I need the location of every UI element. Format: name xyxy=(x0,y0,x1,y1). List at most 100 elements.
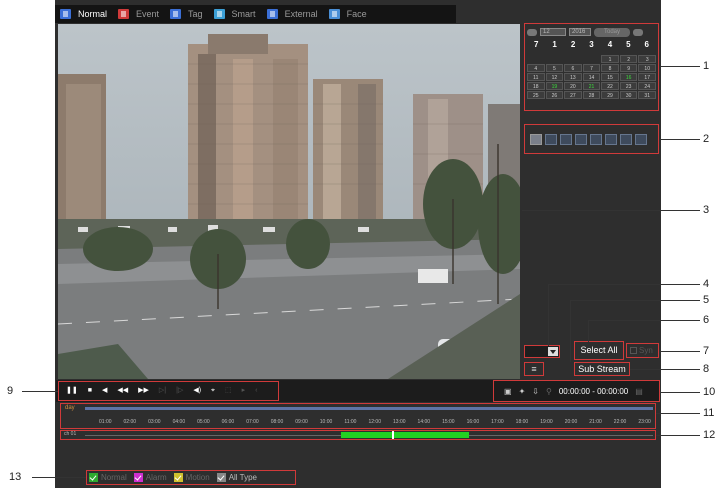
next-month-button[interactable] xyxy=(633,28,643,36)
calendar-day[interactable]: 5 xyxy=(545,64,564,72)
tab-tag[interactable]: Tag xyxy=(165,5,209,23)
calendar-day[interactable]: 4 xyxy=(527,64,545,72)
calendar-day[interactable]: 26 xyxy=(545,91,564,99)
playhead-cursor[interactable] xyxy=(391,431,394,439)
zoom-icon[interactable]: ⚲ xyxy=(546,387,552,396)
volume-icon[interactable]: ◀) xyxy=(193,387,201,395)
calendar-day[interactable]: 24 xyxy=(638,82,656,90)
day-range-bar[interactable] xyxy=(85,407,653,410)
calendar-day[interactable]: 14 xyxy=(582,73,601,81)
rewind-icon[interactable]: ◀◀ xyxy=(117,387,128,395)
calendar-day[interactable]: 29 xyxy=(601,91,619,99)
hour-tick-label: 15:00 xyxy=(442,419,455,425)
legend-normal[interactable]: Normal xyxy=(89,473,127,482)
calendar-day[interactable]: 1 xyxy=(601,55,619,63)
channel-checkbox-7[interactable] xyxy=(620,133,632,145)
day-timeline[interactable]: day 01:00 02:00 03:00 04:00 05:00 06:00 07:00 0… xyxy=(60,403,656,429)
calendar-day[interactable]: 30 xyxy=(619,91,638,99)
stream-type-select[interactable] xyxy=(524,345,560,358)
callout-number: 12 xyxy=(703,429,716,441)
calendar-day[interactable]: 13 xyxy=(564,73,582,81)
clip-cut-icon[interactable]: ✦ xyxy=(519,387,526,396)
calendar-day[interactable]: 21 xyxy=(582,82,601,90)
legend-motion[interactable]: Motion xyxy=(173,473,210,482)
video-playback-window[interactable] xyxy=(58,24,520,379)
calendar-day[interactable]: 8 xyxy=(601,64,619,72)
calendar-day[interactable]: 7 xyxy=(582,64,601,72)
hour-tick-label: 08:00 xyxy=(270,419,284,425)
callout-line-5 xyxy=(570,300,700,301)
hour-tick-label: 16:00 xyxy=(466,419,480,425)
channel-checkbox-1[interactable] xyxy=(530,133,542,145)
marker-icon[interactable]: ‹ xyxy=(255,387,257,395)
stop-icon[interactable]: ■ xyxy=(88,387,92,395)
legend-alarm[interactable]: Alarm xyxy=(133,473,167,482)
hour-tick-label: 21:00 xyxy=(589,419,602,425)
calendar-day[interactable]: 12 xyxy=(545,73,564,81)
pause-icon[interactable]: ❚❚ xyxy=(66,387,78,395)
fast-forward-icon[interactable]: ▶▶ xyxy=(138,387,149,395)
sub-stream-button[interactable]: Sub Stream xyxy=(574,362,630,376)
hour-tick-label: 06:00 xyxy=(221,419,235,425)
legend-label: All Type xyxy=(228,473,257,482)
legend-all-type[interactable]: All Type xyxy=(216,473,257,482)
channel-checkbox-8[interactable] xyxy=(635,133,647,145)
tab-event[interactable]: Event xyxy=(113,5,165,23)
frame-step-icon[interactable]: |▷ xyxy=(176,387,183,395)
select-all-button[interactable]: Select All xyxy=(574,341,624,360)
clip-save-icon[interactable]: ▤ xyxy=(635,387,643,396)
month-select[interactable]: 12 xyxy=(540,28,566,36)
calendar-day[interactable]: 27 xyxy=(564,91,582,99)
tab-label: Smart xyxy=(231,9,256,19)
calendar-day[interactable]: 9 xyxy=(619,64,638,72)
tab-smart[interactable]: Smart xyxy=(209,5,262,23)
slow-icon[interactable]: ▷| xyxy=(159,387,166,395)
channel-record-track[interactable]: ch 01 xyxy=(60,430,656,440)
crop-icon[interactable]: ⬚ xyxy=(225,387,232,395)
calendar-day[interactable]: 15 xyxy=(601,73,619,81)
smart-icon xyxy=(213,9,225,19)
backup-icon[interactable]: ⇩ xyxy=(532,387,539,396)
calendar-day[interactable]: 16 xyxy=(619,73,638,81)
calendar-day[interactable]: 25 xyxy=(527,91,545,99)
calendar-day[interactable]: 23 xyxy=(619,82,638,90)
list-view-button[interactable]: ≡ xyxy=(524,362,544,376)
calendar-day[interactable]: 11 xyxy=(527,73,545,81)
fullscreen-icon[interactable]: ⌖ xyxy=(211,387,215,395)
calendar-day[interactable]: 19 xyxy=(545,82,564,90)
reverse-play-icon[interactable]: ◀ xyxy=(102,387,107,395)
snapshot-icon[interactable]: ▣ xyxy=(504,387,512,396)
calendar-day[interactable]: 17 xyxy=(638,73,656,81)
calendar-day[interactable]: 2 xyxy=(619,55,638,63)
channel-checkbox-4[interactable] xyxy=(575,133,587,145)
channel-checkbox-3[interactable] xyxy=(560,133,572,145)
tab-label: External xyxy=(284,9,318,19)
year-select[interactable]: 2016 xyxy=(569,28,591,36)
calendar-day[interactable]: 22 xyxy=(601,82,619,90)
legend-label: Alarm xyxy=(145,473,167,482)
prev-month-button[interactable] xyxy=(527,28,537,36)
sync-checkbox[interactable]: Syn xyxy=(626,343,659,358)
calendar-day[interactable]: 31 xyxy=(638,91,656,99)
channel-checkbox-6[interactable] xyxy=(605,133,617,145)
channel-checkbox-2[interactable] xyxy=(545,133,557,145)
hour-tick-label: 23:00 xyxy=(638,419,651,425)
tab-external[interactable]: External xyxy=(262,5,324,23)
calendar-day[interactable]: 20 xyxy=(564,82,582,90)
calendar-day[interactable]: 18 xyxy=(527,82,545,90)
calendar-day[interactable]: 3 xyxy=(638,55,656,63)
tab-normal[interactable]: Normal xyxy=(55,5,113,23)
play-next-icon[interactable]: ▸ xyxy=(242,387,246,395)
calendar-day[interactable]: 10 xyxy=(638,64,656,72)
event-icon xyxy=(118,9,130,19)
sync-label: Syn xyxy=(639,346,653,355)
channel-checkbox-5[interactable] xyxy=(590,133,602,145)
recording-segment[interactable] xyxy=(341,432,469,438)
playback-control-group: ❚❚ ■ ◀ ◀◀ ▶▶ ▷| |▷ ◀) ⌖ ⬚ ▸ ‹ xyxy=(58,381,279,401)
callout-line-12 xyxy=(656,435,700,436)
weekday-label: 5 xyxy=(626,40,631,49)
calendar-day[interactable]: 6 xyxy=(564,64,582,72)
tab-face[interactable]: Face xyxy=(324,5,373,23)
today-button[interactable]: Today xyxy=(594,27,630,37)
calendar-day[interactable]: 28 xyxy=(582,91,601,99)
